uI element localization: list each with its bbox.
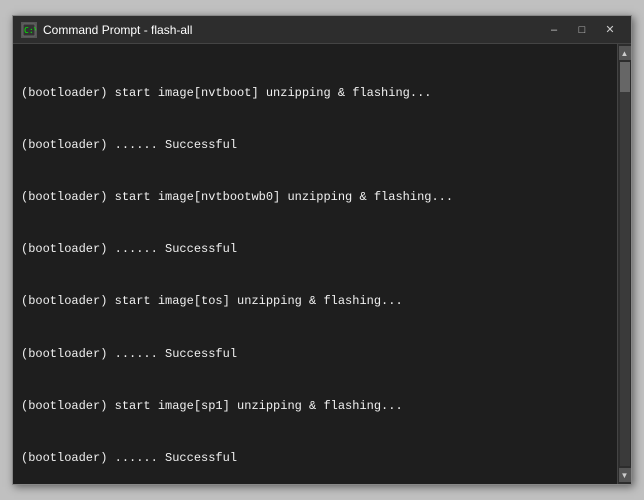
maximize-button[interactable]: □ <box>569 20 595 40</box>
terminal-line-6: (bootloader) start image[sp1] unzipping … <box>21 398 609 415</box>
svg-text:C:\: C:\ <box>24 26 36 35</box>
window-controls: – □ ✕ <box>541 20 623 40</box>
window-title: Command Prompt - flash-all <box>43 23 541 37</box>
scrollbar-track[interactable] <box>620 62 630 466</box>
terminal-line-1: (bootloader) ...... Successful <box>21 137 609 154</box>
terminal-line-7: (bootloader) ...... Successful <box>21 450 609 467</box>
terminal-body: (bootloader) start image[nvtboot] unzipp… <box>13 44 631 484</box>
scrollbar-thumb[interactable] <box>620 62 630 92</box>
minimize-button[interactable]: – <box>541 20 567 40</box>
scrollbar[interactable]: ▲ ▼ <box>617 44 631 484</box>
scroll-up-arrow[interactable]: ▲ <box>619 46 631 60</box>
terminal-line-5: (bootloader) ...... Successful <box>21 346 609 363</box>
title-bar: C:\ Command Prompt - flash-all – □ ✕ <box>13 16 631 44</box>
terminal-line-3: (bootloader) ...... Successful <box>21 241 609 258</box>
command-prompt-window: C:\ Command Prompt - flash-all – □ ✕ (bo… <box>12 15 632 485</box>
terminal-line-2: (bootloader) start image[nvtbootwb0] unz… <box>21 189 609 206</box>
terminal-line-0: (bootloader) start image[nvtboot] unzipp… <box>21 85 609 102</box>
terminal-line-4: (bootloader) start image[tos] unzipping … <box>21 293 609 310</box>
close-button[interactable]: ✕ <box>597 20 623 40</box>
scroll-down-arrow[interactable]: ▼ <box>619 468 631 482</box>
terminal-content[interactable]: (bootloader) start image[nvtboot] unzipp… <box>13 44 617 484</box>
terminal-icon: C:\ <box>21 22 37 38</box>
